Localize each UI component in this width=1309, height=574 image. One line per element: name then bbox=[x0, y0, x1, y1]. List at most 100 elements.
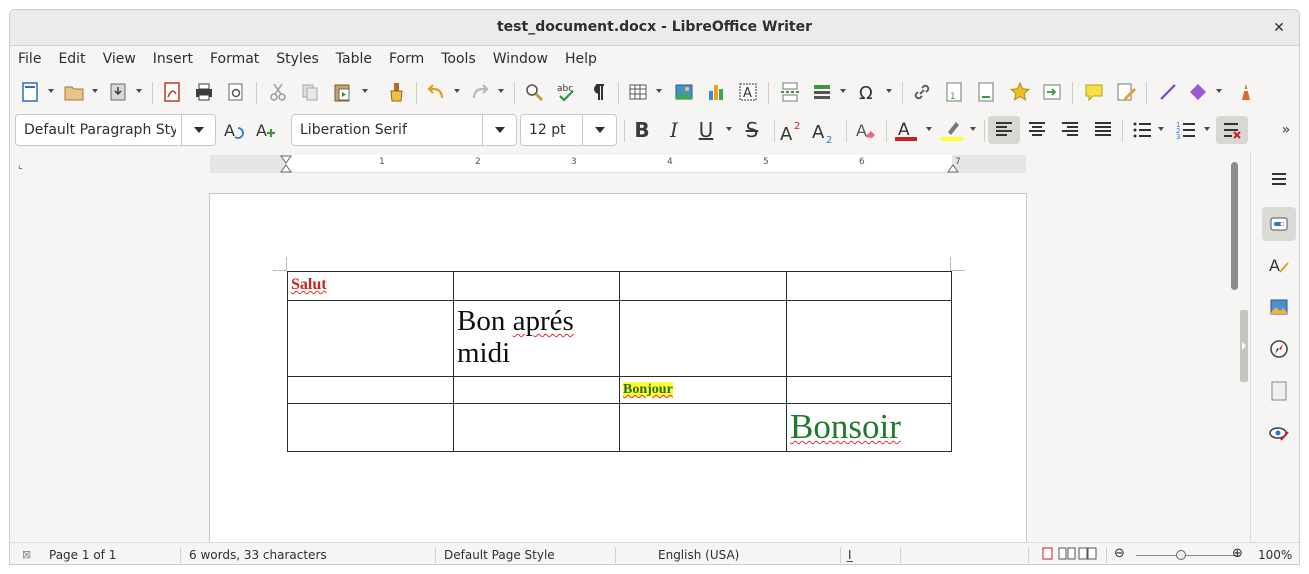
table-cell[interactable] bbox=[287, 403, 454, 452]
align-center-icon[interactable] bbox=[1023, 116, 1051, 144]
highlight-color-icon[interactable] bbox=[938, 116, 966, 144]
hyperlink-icon[interactable] bbox=[908, 78, 936, 106]
menu-insert[interactable]: Insert bbox=[145, 46, 202, 72]
strikethrough-icon[interactable]: S bbox=[738, 116, 766, 144]
footnote-icon[interactable]: 1 bbox=[940, 78, 968, 106]
special-char-dropdown-arrow[interactable] bbox=[884, 86, 894, 96]
cross-reference-icon[interactable] bbox=[1038, 78, 1066, 106]
ordered-list-dropdown-arrow[interactable] bbox=[1202, 124, 1212, 134]
zoom-out-icon[interactable]: ⊖ bbox=[1114, 546, 1125, 561]
table-cell[interactable] bbox=[453, 271, 620, 301]
menu-form[interactable]: Form bbox=[381, 46, 433, 72]
menu-edit[interactable]: Edit bbox=[50, 46, 94, 72]
print-icon[interactable] bbox=[190, 78, 218, 106]
indent-marker-icon[interactable] bbox=[280, 155, 292, 173]
bold-icon[interactable]: B bbox=[628, 116, 656, 144]
underline-icon[interactable]: U bbox=[692, 116, 720, 144]
book-view-icon[interactable] bbox=[1078, 547, 1098, 564]
table-cell[interactable]: Bonjour bbox=[619, 376, 787, 404]
insert-textbox-icon[interactable]: A bbox=[734, 78, 762, 106]
subscript-icon[interactable]: A2 bbox=[810, 116, 838, 146]
toolbar-overflow-icon[interactable]: » bbox=[1272, 116, 1299, 144]
sidebar-menu-icon[interactable] bbox=[1262, 162, 1296, 196]
export-pdf-icon[interactable] bbox=[158, 78, 186, 106]
table-cell[interactable] bbox=[453, 376, 620, 404]
table-cell[interactable]: Salut bbox=[287, 271, 454, 301]
page-indicator[interactable]: Page 1 of 1 bbox=[49, 548, 116, 562]
zoom-slider[interactable] bbox=[1136, 555, 1240, 556]
tab-stop-selector[interactable]: ⌞ bbox=[18, 160, 23, 171]
table-cell[interactable] bbox=[786, 376, 952, 404]
insert-page-break-icon[interactable] bbox=[776, 78, 804, 106]
new-style-icon[interactable]: A bbox=[252, 116, 280, 144]
document-page[interactable]: Salut Bon aprés midi Bonjour Bonsoir bbox=[209, 193, 1027, 542]
new-dropdown-arrow[interactable] bbox=[46, 86, 56, 96]
insert-image-icon[interactable] bbox=[670, 78, 698, 106]
insert-chart-icon[interactable] bbox=[702, 78, 730, 106]
redo-icon[interactable] bbox=[466, 78, 494, 106]
unordered-list-icon[interactable] bbox=[1128, 116, 1156, 144]
table-cell[interactable] bbox=[287, 376, 454, 404]
menu-view[interactable]: View bbox=[95, 46, 145, 72]
comment-icon[interactable] bbox=[1080, 78, 1108, 106]
menu-format[interactable]: Format bbox=[202, 46, 268, 72]
new-document-icon[interactable] bbox=[16, 78, 44, 106]
document-table[interactable]: Salut Bon aprés midi Bonjour Bonsoir bbox=[287, 271, 952, 452]
font-color-dropdown-arrow[interactable] bbox=[924, 124, 934, 134]
paragraph-style-dropdown-icon[interactable] bbox=[181, 115, 215, 145]
update-style-icon[interactable]: A bbox=[220, 116, 248, 144]
field-dropdown-arrow[interactable] bbox=[838, 86, 848, 96]
font-size-dropdown-icon[interactable] bbox=[582, 115, 616, 145]
font-name-dropdown-icon[interactable] bbox=[482, 115, 516, 145]
paste-icon[interactable] bbox=[328, 78, 356, 106]
menu-file[interactable]: File bbox=[10, 46, 50, 72]
formatting-marks-icon[interactable] bbox=[584, 78, 612, 106]
single-page-view-icon[interactable] bbox=[1042, 547, 1054, 564]
align-left-icon[interactable] bbox=[988, 116, 1020, 144]
page-icon[interactable] bbox=[1262, 374, 1296, 408]
find-replace-icon[interactable] bbox=[520, 78, 548, 106]
clone-formatting-icon[interactable] bbox=[382, 78, 410, 106]
table-cell[interactable] bbox=[453, 403, 620, 452]
table-dropdown-arrow[interactable] bbox=[654, 86, 664, 96]
style-inspector-icon[interactable] bbox=[1262, 416, 1296, 450]
insert-table-icon[interactable] bbox=[624, 78, 652, 106]
justify-icon[interactable] bbox=[1089, 116, 1117, 144]
table-cell[interactable] bbox=[287, 300, 454, 377]
bookmark-icon[interactable] bbox=[1006, 78, 1034, 106]
table-cell[interactable] bbox=[619, 300, 787, 377]
undo-icon[interactable] bbox=[422, 78, 450, 106]
language-indicator[interactable]: English (USA) bbox=[658, 548, 739, 562]
table-cell[interactable] bbox=[619, 271, 787, 301]
ordered-list-icon[interactable]: 123 bbox=[1172, 116, 1200, 144]
horizontal-ruler[interactable]: 1 2 3 4 5 6 7 bbox=[210, 155, 1026, 173]
menu-table[interactable]: Table bbox=[328, 46, 381, 72]
zoom-in-icon[interactable]: ⊕ bbox=[1232, 546, 1243, 561]
underline-dropdown-arrow[interactable] bbox=[724, 124, 734, 134]
document-canvas[interactable]: Salut Bon aprés midi Bonjour Bonsoir bbox=[10, 176, 1228, 542]
table-cell[interactable]: Bon aprés midi bbox=[453, 300, 620, 377]
undo-dropdown-arrow[interactable] bbox=[452, 86, 462, 96]
special-character-icon[interactable]: Ω bbox=[854, 78, 882, 106]
paragraph-style-combo[interactable]: Default Paragraph Style bbox=[15, 114, 216, 146]
menu-styles[interactable]: Styles bbox=[268, 46, 327, 72]
unordered-list-dropdown-arrow[interactable] bbox=[1156, 124, 1166, 134]
sidebar-collapse-handle[interactable] bbox=[1240, 310, 1248, 382]
page-style[interactable]: Default Page Style bbox=[444, 548, 555, 562]
table-cell[interactable] bbox=[786, 300, 952, 377]
scrollbar-thumb[interactable] bbox=[1231, 162, 1238, 290]
copy-icon[interactable] bbox=[296, 78, 324, 106]
menu-window[interactable]: Window bbox=[485, 46, 557, 72]
open-dropdown-arrow[interactable] bbox=[90, 86, 100, 96]
save-dropdown-arrow[interactable] bbox=[134, 86, 144, 96]
clear-formatting-icon[interactable]: A bbox=[852, 116, 880, 144]
table-cell[interactable]: Bonsoir bbox=[786, 403, 952, 452]
no-list-icon[interactable] bbox=[1216, 116, 1248, 144]
font-size-combo[interactable]: 12 pt bbox=[520, 114, 617, 146]
font-color-icon[interactable]: A bbox=[892, 116, 920, 144]
insert-field-icon[interactable] bbox=[808, 78, 836, 106]
align-right-icon[interactable] bbox=[1056, 116, 1084, 144]
right-indent-marker-icon[interactable] bbox=[947, 163, 959, 173]
line-icon[interactable] bbox=[1154, 78, 1182, 106]
cut-icon[interactable] bbox=[264, 78, 292, 106]
